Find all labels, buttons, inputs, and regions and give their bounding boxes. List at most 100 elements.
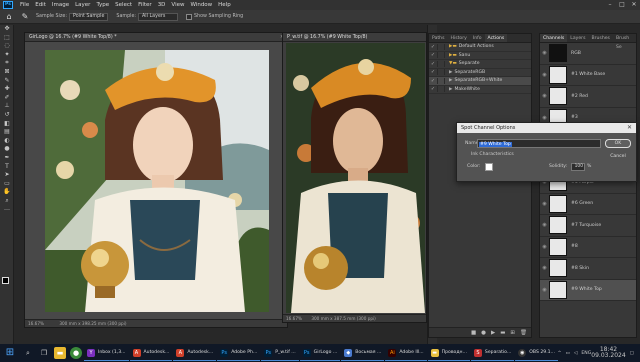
network-icon[interactable]: ▭	[566, 351, 570, 356]
channel-row[interactable]: ◉ #6 Green	[540, 194, 636, 215]
ink-color-swatch[interactable]	[485, 163, 493, 171]
taskbar-app-photoshop[interactable]: Ps Adobe Ph...	[217, 345, 261, 361]
tab-brushes[interactable]: Brushes	[588, 34, 612, 42]
taskbar-app-obs[interactable]: ◉ OBS 29.1...	[515, 345, 558, 361]
canvas-image[interactable]	[45, 50, 269, 312]
channel-row[interactable]: ◉ RGB	[540, 43, 636, 65]
dialog-toggle[interactable]	[437, 60, 445, 67]
sample-size-select[interactable]: Point Sample	[68, 12, 109, 21]
menu-edit[interactable]: Edit	[32, 2, 49, 8]
action-make-white[interactable]: ✓ ▶ MakeWhite	[429, 86, 531, 94]
play-icon[interactable]: ▶	[491, 330, 495, 336]
dialog-title-bar[interactable]: Spot Channel Options ✕	[457, 123, 636, 133]
pen-tool-icon[interactable]: ✒	[0, 154, 14, 163]
document-window-girlogo[interactable]: GirLogo @ 16.7% (#9 White Top/8) * ✕	[24, 32, 288, 328]
dialog-toggle[interactable]	[437, 77, 445, 84]
channel-row[interactable]: ◉ #7 Turquoise	[540, 215, 636, 237]
check-icon[interactable]: ✓	[429, 52, 437, 58]
tab-history[interactable]: History	[448, 34, 470, 42]
solidity-input[interactable]: 100	[571, 163, 585, 171]
menu-3d[interactable]: 3D	[155, 2, 169, 8]
taskbar-app-autodesk-1[interactable]: A Autodesk...	[129, 345, 173, 361]
expand-icon[interactable]: ▶	[449, 70, 452, 75]
clock[interactable]: 18:42 09.03.2024	[591, 347, 625, 359]
taskbar-app-girlogo[interactable]: Ps GirLogo ...	[299, 345, 341, 361]
document-window-pw[interactable]: P_w.tif @ 16.7% (#9 White Top/8) 16.67% …	[282, 32, 427, 323]
sample-select[interactable]: All Layers	[138, 12, 179, 21]
eyedropper-icon[interactable]: ✎	[20, 12, 30, 22]
tab-actions[interactable]: Actions	[484, 34, 508, 42]
check-icon[interactable]: ✓	[429, 69, 437, 75]
menu-window[interactable]: Window	[187, 2, 215, 8]
channel-row[interactable]: ◉ #8 Skin	[540, 258, 636, 280]
minimize-icon[interactable]: –	[604, 0, 616, 10]
file-explorer-icon[interactable]: ▬	[54, 347, 66, 359]
brush-tool-icon[interactable]: ✐	[0, 94, 14, 103]
tray-chevron-icon[interactable]: ^	[558, 351, 562, 356]
eye-icon[interactable]: ◉	[540, 72, 549, 78]
channel-row[interactable]: ◉ #1 White Base	[540, 65, 636, 86]
new-action-icon[interactable]: ⊞	[510, 330, 515, 336]
foreground-color-swatch[interactable]	[2, 277, 9, 284]
dialog-toggle[interactable]	[437, 69, 445, 76]
hand-tool-icon[interactable]: ✋	[0, 188, 14, 197]
language-indicator[interactable]: ENG	[581, 351, 591, 356]
taskbar-app-autodesk-2[interactable]: A Autodesk...	[173, 345, 217, 361]
close-icon[interactable]: ✕	[627, 123, 632, 133]
home-icon[interactable]: ⌂	[4, 12, 14, 22]
lasso-tool-icon[interactable]: ◌	[0, 42, 14, 51]
crop-tool-icon[interactable]: ⌗	[0, 59, 14, 68]
channel-row[interactable]: ◉ #2 Red	[540, 86, 636, 108]
healing-tool-icon[interactable]: ✚	[0, 85, 14, 94]
eye-icon[interactable]: ◉	[540, 222, 549, 228]
volume-icon[interactable]: ◁	[574, 351, 578, 356]
maximize-icon[interactable]: □	[616, 0, 628, 10]
type-tool-icon[interactable]: T	[0, 163, 14, 172]
eraser-tool-icon[interactable]: ◧	[0, 120, 14, 129]
action-separate-rgb[interactable]: ✓ ▶ SeparateRGB	[429, 69, 531, 77]
check-icon[interactable]: ✓	[429, 44, 437, 50]
notifications-icon[interactable]: ▢	[630, 351, 634, 356]
document-tab-title[interactable]: P_w.tif @ 16.7% (#9 White Top/8)	[283, 33, 426, 42]
move-tool-icon[interactable]: ✥	[0, 25, 14, 34]
menu-view[interactable]: View	[168, 2, 187, 8]
check-icon[interactable]: ✓	[429, 61, 437, 67]
new-set-icon[interactable]: ▬	[500, 330, 505, 336]
zoom-level[interactable]: 16.67%	[28, 321, 44, 326]
expand-icon[interactable]: ▶	[449, 87, 452, 92]
eye-icon[interactable]: ◉	[540, 50, 549, 56]
taskbar-app-vosmaya[interactable]: ◆ Восьмая ...	[341, 345, 385, 361]
action-set-sanu[interactable]: ✓ ▶▬ Sanu	[429, 52, 531, 60]
menu-type[interactable]: Type	[93, 2, 112, 8]
ok-button[interactable]: OK	[605, 139, 631, 148]
document-tab-title[interactable]: GirLogo @ 16.7% (#9 White Top/8) * ✕	[25, 33, 287, 42]
stamp-tool-icon[interactable]: ⊥	[0, 102, 14, 111]
eye-icon[interactable]: ◉	[540, 93, 549, 99]
taskbar-app-illustrator[interactable]: Ai Adobe Ill...	[385, 345, 427, 361]
taskbar-app-separation[interactable]: S Separatio...	[470, 345, 515, 361]
history-brush-tool-icon[interactable]: ↺	[0, 111, 14, 120]
tab-paths[interactable]: Paths	[429, 34, 448, 42]
channel-row-selected[interactable]: ◉ #9 White Top	[540, 279, 636, 301]
taskbar-app-explorer[interactable]: ▬ Проводн...	[427, 345, 470, 361]
eye-icon[interactable]: ◉	[540, 244, 549, 250]
tab-info[interactable]: Info	[470, 34, 485, 42]
menu-help[interactable]: Help	[215, 2, 234, 8]
action-set-separate[interactable]: ✓ ▼▬ Separate	[429, 60, 531, 69]
marquee-tool-icon[interactable]: ⬚	[0, 34, 14, 43]
taskbar-app-inbox[interactable]: Y Inbox (1,3...	[84, 345, 129, 361]
zoom-level[interactable]: 16.67%	[286, 316, 302, 321]
expand-icon[interactable]: ▶	[449, 78, 452, 83]
action-separate-rgb-white[interactable]: ✓ ▶ SeparateRGB+White	[429, 77, 531, 86]
menu-layer[interactable]: Layer	[72, 2, 93, 8]
frame-tool-icon[interactable]: ⊠	[0, 68, 14, 77]
menu-image[interactable]: Image	[49, 2, 72, 8]
taskbar-app-pw-tif[interactable]: Ps P_w.tif ...	[261, 345, 299, 361]
tab-layers[interactable]: Layers	[567, 34, 588, 42]
eye-icon[interactable]: ◉	[540, 287, 549, 293]
check-icon[interactable]: ✓	[429, 78, 437, 84]
cancel-button[interactable]: Cancel	[605, 153, 631, 162]
action-set-default[interactable]: ✓ ▶▬ Default Actions	[429, 43, 531, 52]
eye-icon[interactable]: ◉	[540, 115, 549, 121]
windows-start-icon[interactable]: ⊞	[3, 346, 17, 360]
